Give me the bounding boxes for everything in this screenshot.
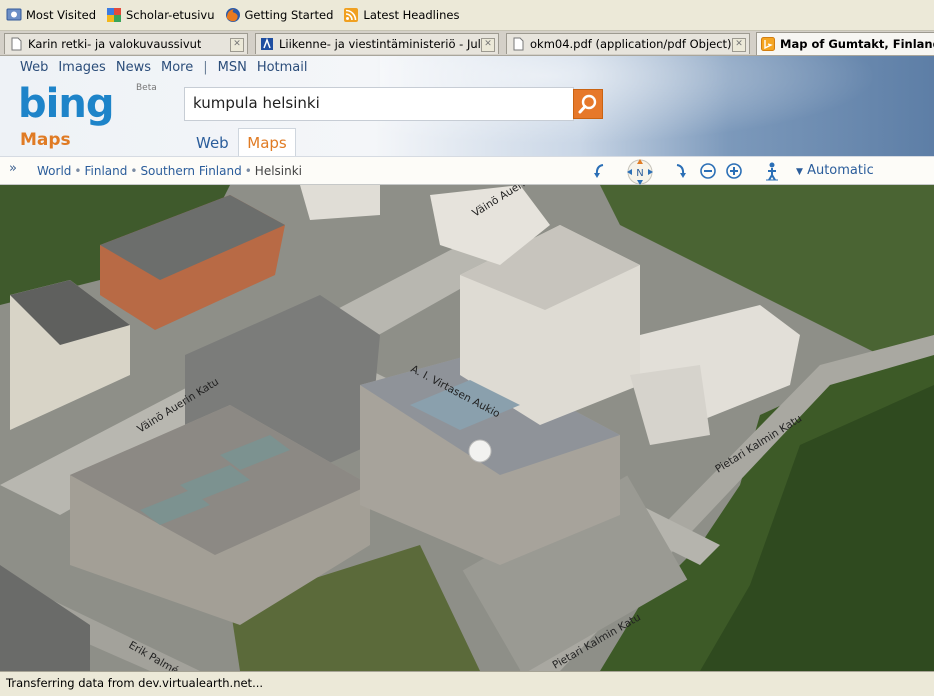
map-view[interactable]: Väinö Auerin Väinö Auerin Katu A. I. Vir… (0, 185, 934, 671)
bing-header: Web Images News More | MSN Hotmail bing … (0, 56, 934, 156)
section-title: Maps (20, 130, 71, 150)
expand-panel-icon[interactable]: » (9, 161, 17, 176)
bookmark-label: Getting Started (244, 8, 334, 22)
map-style-dropdown[interactable]: ▼ Automatic (796, 163, 874, 178)
scope-tab-web[interactable]: Web (196, 134, 229, 152)
map-style-label: Automatic (807, 163, 874, 178)
status-bar: Transferring data from dev.virtualearth.… (0, 671, 934, 696)
tab-bing-map[interactable]: Map of Gumtakt, Finland - B (756, 32, 934, 55)
close-tab-icon[interactable]: ✕ (481, 38, 495, 52)
top-nav: Web Images News More | MSN Hotmail (20, 60, 318, 75)
breadcrumb: World • Finland • Southern Finland • Helsinki (37, 164, 303, 178)
ministry-icon (261, 37, 273, 50)
search-box (184, 87, 574, 121)
page-icon (513, 37, 524, 51)
bing-icon (761, 37, 775, 51)
map-toolbar: » World • Finland • Southern Finland • Helsink… (0, 156, 934, 185)
tab-title: Liikenne- ja viestintäministeriö - Julki… (279, 37, 494, 51)
pedestrian-icon[interactable] (762, 161, 782, 181)
tab-title: okm04.pdf (application/pdf Object) (530, 37, 732, 51)
compass-icon[interactable]: N (618, 158, 662, 186)
bookmark-scholar[interactable]: Scholar-etusivu (102, 3, 219, 27)
bookmark-label: Most Visited (26, 8, 96, 22)
breadcrumb-finland[interactable]: Finland (84, 164, 127, 178)
most-visited-icon (6, 8, 22, 21)
breadcrumb-southern-finland[interactable]: Southern Finland (140, 164, 241, 178)
bookmark-getting-started[interactable]: Getting Started (221, 3, 338, 27)
bookmark-most-visited[interactable]: Most Visited (2, 3, 100, 27)
rotate-right-icon[interactable] (670, 161, 690, 181)
nav-separator: | (203, 60, 208, 75)
scope-tab-maps[interactable]: Maps (238, 128, 296, 156)
tab-karin[interactable]: Karin retki- ja valokuvaussivut ✕ (4, 33, 248, 54)
nav-msn-link[interactable]: MSN (218, 60, 247, 75)
nav-more-link[interactable]: More (161, 60, 193, 75)
aerial-map[interactable]: Väinö Auerin Väinö Auerin Katu A. I. Vir… (0, 185, 934, 671)
firefox-icon (225, 8, 240, 22)
search-input[interactable] (185, 88, 571, 118)
nav-web-link[interactable]: Web (20, 60, 48, 75)
breadcrumb-helsinki: Helsinki (254, 164, 303, 178)
zoom-in-icon[interactable] (724, 161, 744, 181)
bookmarks-toolbar: Most Visited Scholar-etusivu Getting Sta… (0, 0, 934, 31)
zoom-out-icon[interactable] (698, 161, 718, 181)
close-tab-icon[interactable]: ✕ (732, 38, 746, 52)
nav-news-link[interactable]: News (116, 60, 151, 75)
bookmark-label: Latest Headlines (363, 8, 460, 22)
tab-ministry[interactable]: Liikenne- ja viestintäministeriö - Julki… (255, 33, 499, 54)
compass-north-label: N (636, 168, 643, 179)
breadcrumb-world[interactable]: World (37, 164, 71, 178)
close-tab-icon[interactable]: ✕ (230, 38, 244, 52)
page-icon (11, 37, 22, 51)
tab-title: Map of Gumtakt, Finland - B (780, 37, 934, 51)
magnifier-icon (578, 94, 597, 114)
nav-hotmail-link[interactable]: Hotmail (257, 60, 308, 75)
bookmark-label: Scholar-etusivu (126, 8, 215, 22)
tab-strip: Karin retki- ja valokuvaussivut ✕ Liiken… (0, 31, 934, 56)
bookmark-latest-headlines[interactable]: Latest Headlines (339, 3, 463, 27)
google-icon (107, 8, 121, 22)
rss-icon (344, 8, 359, 22)
chevron-down-icon: ▼ (796, 167, 803, 177)
tab-title: Karin retki- ja valokuvaussivut (28, 37, 202, 51)
rotate-left-icon[interactable] (590, 161, 610, 181)
tab-okm04[interactable]: okm04.pdf (application/pdf Object) ✕ (506, 33, 750, 54)
search-button[interactable] (573, 89, 603, 119)
bing-logo[interactable]: bing (18, 82, 114, 126)
nav-images-link[interactable]: Images (58, 60, 106, 75)
beta-label: Beta (136, 83, 157, 93)
